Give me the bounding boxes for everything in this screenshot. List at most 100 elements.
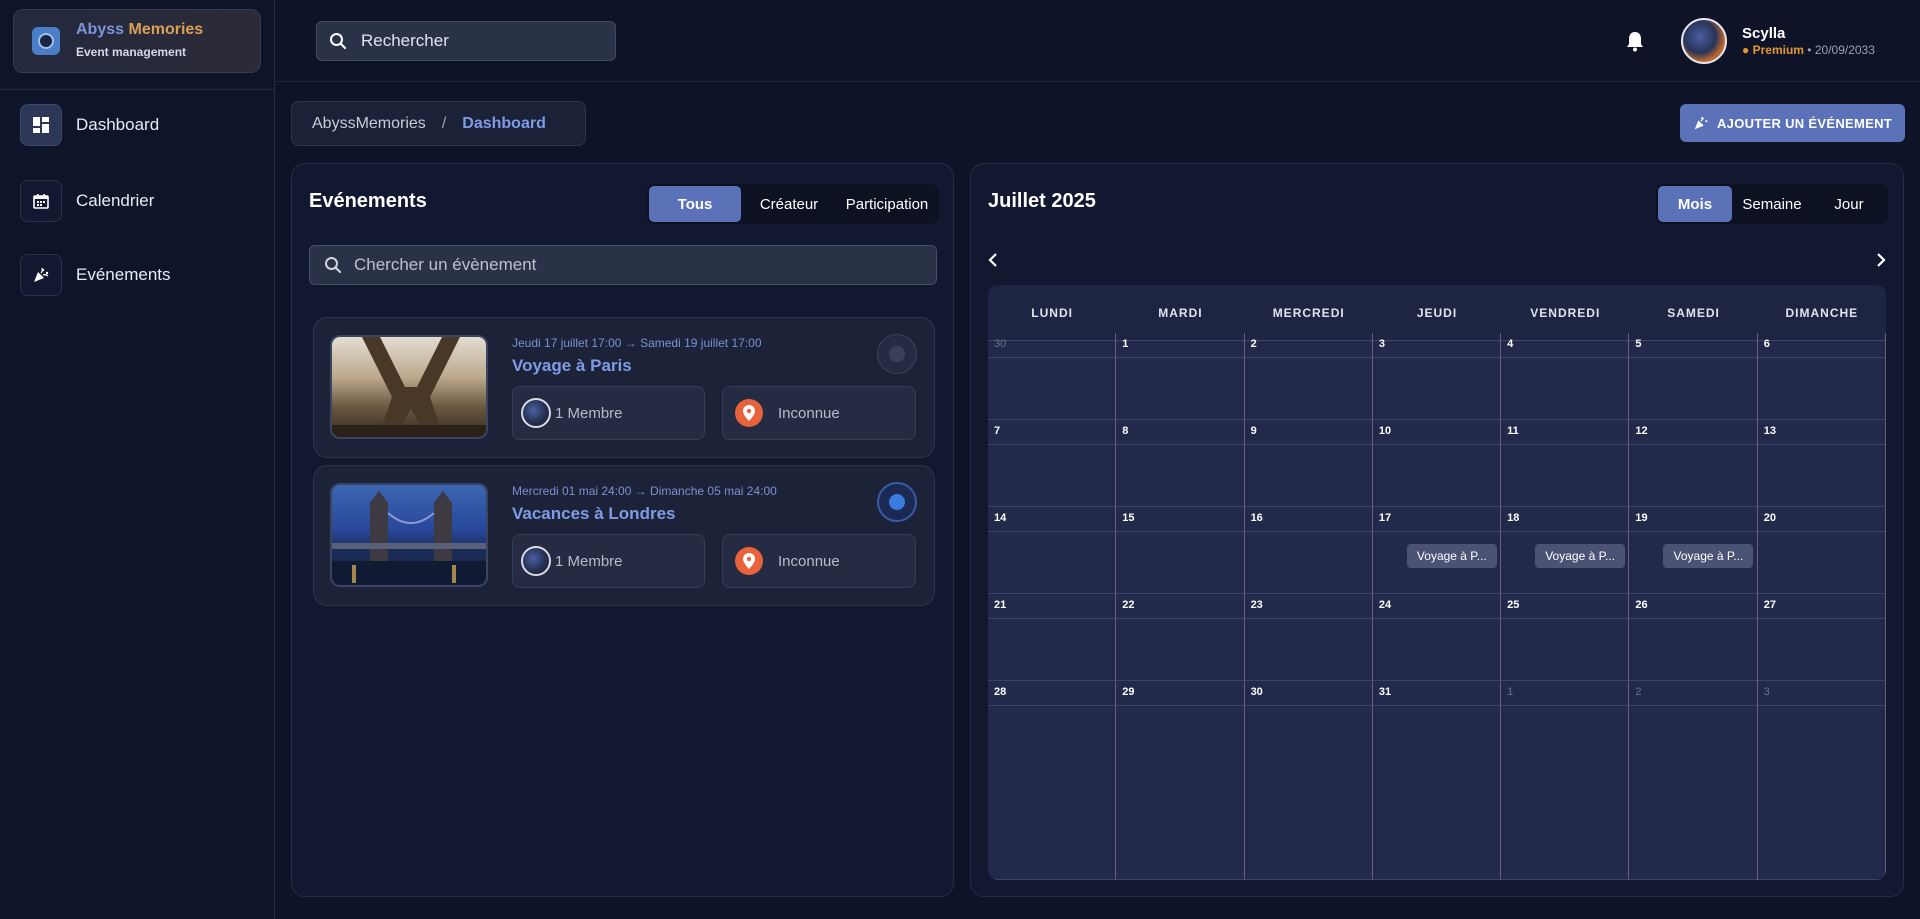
- user-avatar[interactable]: [1681, 18, 1727, 64]
- chevron-left-icon[interactable]: [986, 248, 1002, 274]
- day-divider: [1501, 357, 1629, 358]
- calendar-day-cell[interactable]: 4: [1501, 333, 1630, 420]
- event-select-radio[interactable]: [877, 482, 917, 522]
- day-number: 18: [1507, 512, 1520, 524]
- calendar-day-cell[interactable]: 14: [988, 507, 1117, 594]
- day-divider: [1757, 357, 1885, 358]
- calendar-day-cell[interactable]: 17 Voyage à P...: [1372, 507, 1502, 594]
- sidebar-item-dashboard[interactable]: Dashboard: [20, 103, 159, 147]
- calendar-day-cell[interactable]: 18 Voyage à P...: [1501, 507, 1630, 594]
- event-image-london: [330, 483, 488, 587]
- sidebar-item-label: Dashboard: [76, 115, 160, 134]
- brand-title-abyss: Abyss: [76, 21, 125, 38]
- day-number: 2: [1250, 338, 1257, 350]
- user-name: Scylla: [1742, 25, 1786, 42]
- calendar-day-cell[interactable]: 12: [1629, 420, 1758, 507]
- event-select-radio[interactable]: [877, 334, 917, 374]
- member-avatar: [521, 398, 551, 428]
- calendar-day-cell[interactable]: 23: [1244, 594, 1373, 681]
- calendar-day-cell[interactable]: 8: [1116, 420, 1245, 507]
- day-number: 3: [1378, 338, 1385, 350]
- calendar-day-cell[interactable]: 29: [1116, 681, 1245, 880]
- calendar-day-cell[interactable]: 6: [1757, 333, 1886, 420]
- day-divider: [1372, 357, 1501, 358]
- event-location[interactable]: Inconnue: [722, 534, 916, 588]
- calendar-day-cell[interactable]: 3: [1757, 681, 1886, 880]
- calendar-day-cell[interactable]: 1: [1501, 681, 1630, 880]
- calendar-day-cell[interactable]: 10: [1372, 420, 1502, 507]
- calendar-day-cell[interactable]: 11: [1501, 420, 1630, 507]
- breadcrumb-current: Dashboard: [462, 114, 546, 132]
- event-title[interactable]: Vacances à Londres: [512, 504, 675, 524]
- notification-bell-icon[interactable]: [1625, 30, 1645, 57]
- calendar-day-cell[interactable]: 15: [1116, 507, 1245, 594]
- day-number: 14: [994, 512, 1007, 524]
- event-title[interactable]: Voyage à Paris: [512, 356, 632, 376]
- tab-semaine[interactable]: Semaine: [1732, 186, 1812, 222]
- calendar-day-cell[interactable]: 21: [988, 594, 1117, 681]
- day-number: 23: [1250, 599, 1263, 611]
- calendar-day-cell[interactable]: 20: [1757, 507, 1886, 594]
- day-number: 1: [1122, 338, 1129, 350]
- calendar-event-chip[interactable]: Voyage à P...: [1535, 544, 1626, 568]
- calendar-day-cell[interactable]: 26: [1629, 594, 1758, 681]
- event-image-paris: [330, 335, 488, 439]
- calendar-day-cell[interactable]: 2: [1629, 681, 1758, 880]
- event-search-input[interactable]: Chercher un évènement: [309, 245, 937, 285]
- day-divider: [1501, 705, 1629, 706]
- add-event-button[interactable]: AJOUTER UN ÉVÉNEMENT: [1680, 104, 1905, 142]
- calendar-event-chip[interactable]: Voyage à P...: [1406, 544, 1497, 568]
- tab-mois[interactable]: Mois: [1658, 186, 1732, 222]
- day-divider: [1629, 531, 1757, 532]
- day-divider: [1372, 705, 1501, 706]
- breadcrumb-root[interactable]: AbyssMemories: [312, 115, 426, 133]
- brand-subtitle: Event management: [76, 45, 187, 59]
- day-divider: [1116, 705, 1244, 706]
- search-icon: [330, 33, 347, 50]
- calendar-day-cell[interactable]: 9: [1244, 420, 1373, 507]
- tab-createur[interactable]: Créateur: [741, 186, 837, 222]
- tab-tous[interactable]: Tous: [649, 186, 741, 222]
- day-divider: [1116, 531, 1244, 532]
- sidebar-item-calendrier[interactable]: Calendrier: [20, 179, 154, 223]
- calendar-day-cell[interactable]: 30: [988, 333, 1117, 420]
- day-divider: [1501, 618, 1629, 619]
- day-number: 1: [1507, 686, 1514, 698]
- event-members[interactable]: 1 Membre: [512, 386, 705, 440]
- day-divider: [1629, 705, 1757, 706]
- calendar-event-chip[interactable]: Voyage à P...: [1663, 544, 1754, 568]
- tab-participation[interactable]: Participation: [837, 186, 937, 222]
- calendar-day-cell[interactable]: 27: [1757, 594, 1886, 681]
- global-search-input[interactable]: Rechercher: [316, 21, 616, 61]
- calendar-day-cell[interactable]: 25: [1501, 594, 1630, 681]
- event-location[interactable]: Inconnue: [722, 386, 916, 440]
- event-members[interactable]: 1 Membre: [512, 534, 705, 588]
- calendar-day-cell[interactable]: 19 Voyage à P...: [1629, 507, 1758, 594]
- event-card[interactable]: Mercredi 01 mai 24:00 → Dimanche 05 mai …: [313, 465, 935, 606]
- chevron-right-icon[interactable]: [1872, 248, 1888, 274]
- calendar-day-cell[interactable]: 28: [988, 681, 1117, 880]
- calendar-icon: [20, 180, 62, 222]
- event-card[interactable]: Jeudi 17 juillet 17:00 → Samedi 19 juill…: [313, 317, 935, 458]
- calendar-day-cell[interactable]: 31: [1372, 681, 1502, 880]
- sidebar-item-evenements[interactable]: Evénements: [20, 253, 171, 297]
- calendar-day-cell[interactable]: 22: [1116, 594, 1245, 681]
- calendar-day-cell[interactable]: 7: [988, 420, 1117, 507]
- calendar-day-cell[interactable]: 30: [1244, 681, 1373, 880]
- calendar-day-cell[interactable]: 2: [1244, 333, 1373, 420]
- brand-card[interactable]: Abyss Memories Event management: [13, 9, 261, 73]
- calendar-day-cell[interactable]: 1: [1116, 333, 1245, 420]
- calendar-day-cell[interactable]: 3: [1372, 333, 1502, 420]
- calendar-day-cell[interactable]: 13: [1757, 420, 1886, 507]
- calendar-day-cell[interactable]: 24: [1372, 594, 1502, 681]
- day-number: 27: [1763, 599, 1776, 611]
- day-number: 7: [994, 425, 1001, 437]
- day-divider: [1501, 444, 1629, 445]
- sidebar-item-label: Evénements: [76, 265, 171, 284]
- day-divider: [1757, 618, 1885, 619]
- tab-jour[interactable]: Jour: [1812, 186, 1886, 222]
- day-number: 28: [994, 686, 1007, 698]
- calendar-day-cell[interactable]: 16: [1244, 507, 1373, 594]
- calendar-panel: Juillet 2025 Mois Semaine Jour LUNDI MARD…: [970, 163, 1904, 897]
- calendar-day-cell[interactable]: 5: [1629, 333, 1758, 420]
